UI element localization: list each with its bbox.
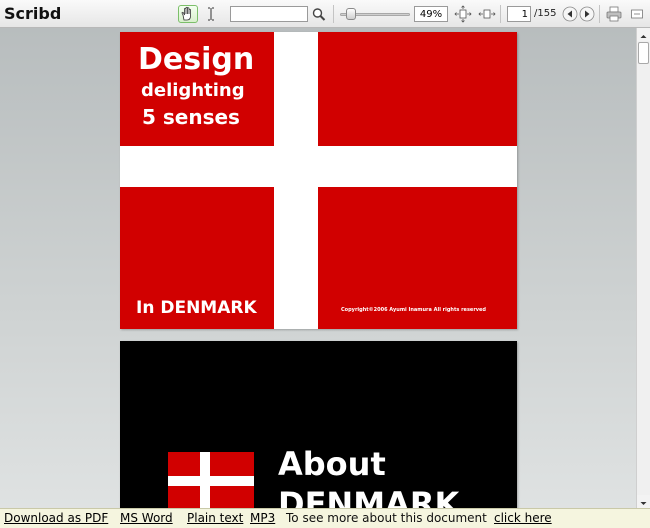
next-page-button[interactable] (579, 6, 595, 22)
page-subtitle: 5 senses (142, 105, 240, 129)
toolbar-divider (500, 5, 501, 23)
toolbar-divider (599, 5, 600, 23)
arrow-right-icon (579, 6, 595, 22)
toolbar-divider (333, 5, 334, 23)
scribd-logo[interactable]: Scribd (4, 4, 61, 23)
search-button[interactable] (311, 5, 327, 23)
vertical-scrollbar[interactable] (636, 28, 650, 508)
document-page-1: Design delighting 5 senses In DENMARK Co… (120, 32, 517, 329)
download-bar: Download as PDF MS Word Plain text MP3 T… (0, 508, 650, 528)
download-text-link[interactable]: Plain text (187, 511, 243, 525)
page-heading: About (278, 445, 386, 483)
arrow-left-icon (562, 6, 578, 22)
document-page-2: About DENMARK (120, 341, 517, 508)
text-cursor-icon (208, 7, 214, 21)
hand-icon (181, 6, 191, 21)
document-viewer[interactable]: Design delighting 5 senses In DENMARK Co… (0, 28, 636, 508)
zoom-slider-thumb[interactable] (346, 8, 356, 20)
page-place-label: In DENMARK (136, 298, 257, 318)
options-icon (631, 9, 643, 19)
page-heading: DENMARK (278, 485, 460, 508)
fit-width-icon (478, 9, 496, 19)
page-subtitle: delighting (141, 80, 245, 101)
zoom-level-field[interactable] (414, 6, 448, 22)
click-here-link[interactable]: click here (494, 511, 552, 525)
denmark-flag-icon (168, 452, 254, 508)
scroll-down-button[interactable] (637, 495, 650, 508)
toolbar: Scribd /155 (0, 0, 650, 28)
print-button[interactable] (605, 5, 623, 23)
scroll-up-button[interactable] (637, 28, 650, 41)
magnifier-icon (312, 8, 326, 21)
search-input[interactable] (230, 6, 308, 22)
flag-cross-horizontal (120, 146, 517, 187)
more-info-text: To see more about this document (286, 511, 487, 525)
download-mp3-link[interactable]: MP3 (250, 511, 275, 525)
options-button[interactable] (630, 5, 644, 23)
text-select-button[interactable] (205, 5, 217, 23)
page-number-field[interactable] (507, 6, 531, 22)
download-word-link[interactable]: MS Word (120, 511, 173, 525)
printer-icon (606, 6, 622, 22)
page-title: Design (138, 42, 255, 77)
zoom-slider[interactable] (340, 8, 410, 20)
fit-page-button[interactable] (454, 5, 472, 23)
scrollbar-thumb[interactable] (638, 42, 649, 64)
hand-tool-button[interactable] (178, 5, 198, 23)
download-pdf-link[interactable]: Download as PDF (4, 511, 108, 525)
copyright-notice: Copyright©2006 Ayumi Inamura All rights … (341, 307, 487, 313)
page-total: /155 (534, 8, 557, 19)
previous-page-button[interactable] (562, 6, 578, 22)
fit-width-button[interactable] (478, 5, 496, 23)
fit-page-icon (454, 5, 472, 23)
